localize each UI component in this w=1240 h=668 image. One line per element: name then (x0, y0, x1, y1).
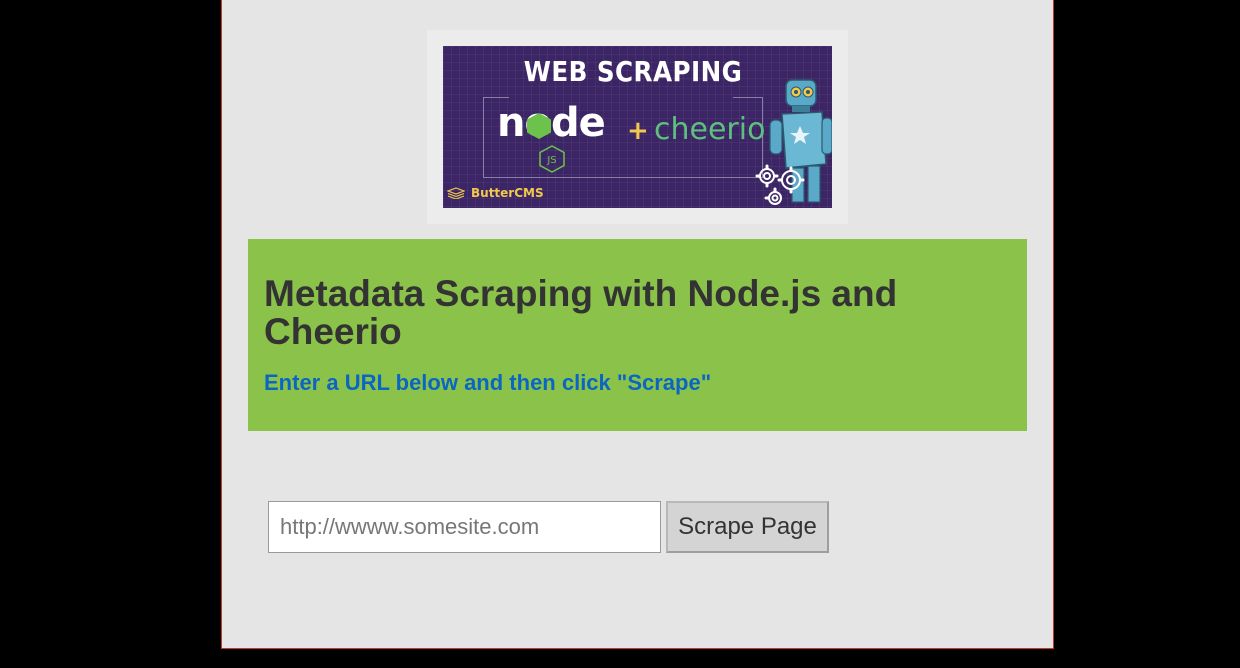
buttercms-brand: ButterCMS (447, 186, 544, 200)
web-scraping-banner-image: WEB SCRAPING node JS + cheerio ButterCMS (443, 46, 832, 208)
node-hexagon-icon (527, 113, 551, 139)
page-subtitle: Enter a URL below and then click "Scrape… (264, 370, 712, 395)
hero-section: Metadata Scraping with Node.js and Cheer… (248, 239, 1027, 431)
page-title: Metadata Scraping with Node.js and Cheer… (264, 273, 898, 352)
buttercms-brand-text: ButterCMS (471, 186, 544, 200)
url-input[interactable] (268, 501, 661, 553)
page-container: WEB SCRAPING node JS + cheerio ButterCMS (221, 0, 1054, 649)
banner-title: WEB SCRAPING (523, 55, 743, 88)
banner-frame: WEB SCRAPING node JS + cheerio ButterCMS (427, 30, 848, 224)
js-hexagon-icon: JS (539, 145, 565, 173)
js-badge-text: JS (546, 155, 556, 166)
cheerio-logo-text: cheerio (654, 112, 766, 147)
plus-sign: + (627, 116, 649, 146)
gears-icon (755, 164, 805, 205)
buttercms-logo-icon (447, 187, 465, 199)
scrape-page-button[interactable]: Scrape Page (666, 501, 829, 553)
